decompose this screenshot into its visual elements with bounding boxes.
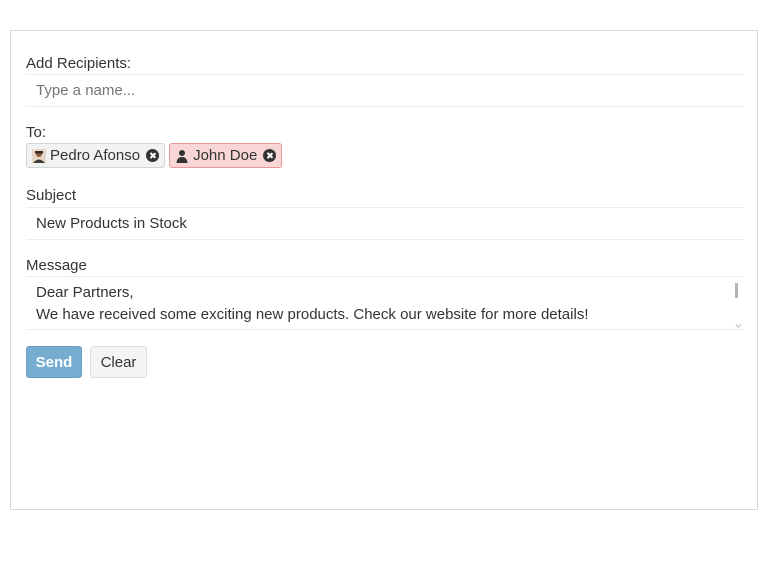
to-label: To: <box>26 124 47 141</box>
remove-icon[interactable] <box>146 149 160 162</box>
compose-form: Add Recipients: Type a name... To: Pedro… <box>10 30 758 510</box>
recipient-chip-pedro[interactable]: Pedro Afonso <box>26 143 166 168</box>
remove-icon[interactable] <box>263 149 277 162</box>
recipient-chip-john[interactable]: John Doe <box>169 143 283 168</box>
recipient-chips: Pedro Afonso John Doe <box>26 143 283 170</box>
send-button[interactable]: Send <box>26 346 82 378</box>
recipients-input[interactable]: Type a name... <box>26 74 744 107</box>
recipients-label: Add Recipients: <box>26 55 132 72</box>
subject-label: Subject <box>26 187 77 204</box>
recipient-chip-label: Pedro Afonso <box>50 147 141 164</box>
recipient-chip-label: John Doe <box>193 147 258 164</box>
subject-value: New Products in Stock <box>36 215 187 232</box>
resize-handle-icon[interactable] <box>735 321 742 328</box>
message-line: Dear Partners, <box>36 284 134 301</box>
recipients-placeholder: Type a name... <box>36 82 136 99</box>
scrollbar-thumb[interactable] <box>735 283 738 298</box>
message-label: Message <box>26 257 87 274</box>
user-photo-icon <box>32 148 46 163</box>
message-line: We have received some exciting new produ… <box>36 306 589 323</box>
user-icon <box>175 149 189 163</box>
message-textarea[interactable]: Dear Partners, We have received some exc… <box>26 276 744 330</box>
subject-input[interactable]: New Products in Stock <box>26 207 744 240</box>
clear-button[interactable]: Clear <box>90 346 147 378</box>
